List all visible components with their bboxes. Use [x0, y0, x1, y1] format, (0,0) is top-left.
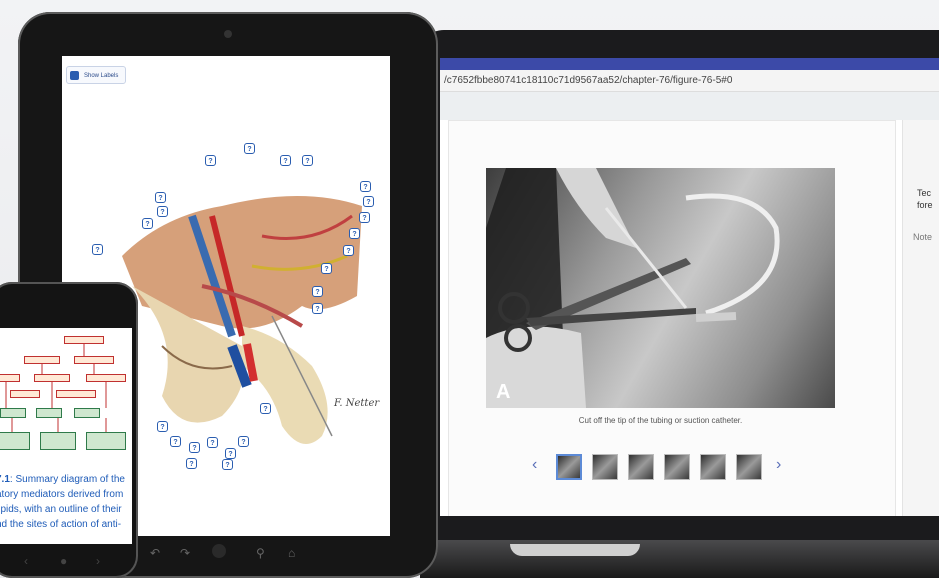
artist-signature: F. Netter	[334, 398, 380, 409]
back-icon[interactable]: ↶	[150, 546, 160, 560]
label-marker[interactable]: ?	[343, 245, 354, 256]
panel-text: Tec	[917, 188, 932, 198]
caption-line: : Summary diagram of the	[9, 474, 125, 485]
thumbnail[interactable]	[556, 454, 582, 480]
thumbnail-strip: ‹ ›	[532, 454, 802, 484]
label-marker[interactable]: ?	[205, 155, 216, 166]
back-icon[interactable]: ‹	[24, 554, 28, 568]
side-panel: Tec fore Note	[902, 120, 939, 516]
label-marker[interactable]: ?	[302, 155, 313, 166]
label-marker[interactable]: ?	[142, 218, 153, 229]
forward-icon[interactable]: ↷	[180, 546, 190, 560]
chevron-left-icon[interactable]: ‹	[532, 456, 537, 474]
notes-tab[interactable]: Note	[913, 232, 932, 242]
show-labels-button[interactable]: Show Labels	[66, 66, 126, 84]
label-marker[interactable]: ?	[244, 143, 255, 154]
flow-diagram	[0, 328, 132, 468]
forward-icon[interactable]: ›	[96, 554, 100, 568]
home-button[interactable]	[212, 544, 226, 558]
label-marker[interactable]: ?	[312, 286, 323, 297]
thumbnail[interactable]	[664, 454, 690, 480]
app-header-bar	[440, 58, 939, 70]
label-marker[interactable]: ?	[321, 263, 332, 274]
thumbnail[interactable]	[736, 454, 762, 480]
figure-photo	[486, 168, 780, 408]
url-bar[interactable]: /c7652fbbe80741c18110c71d9567aa52/chapte…	[440, 70, 939, 92]
label-marker[interactable]: ?	[186, 458, 197, 469]
laptop-screen: /c7652fbbe80741c18110c71d9567aa52/chapte…	[440, 58, 939, 516]
label-marker[interactable]: ?	[363, 196, 374, 207]
figure-image: A	[486, 168, 835, 408]
home-icon[interactable]: ●	[60, 554, 67, 568]
figure-caption: 7.1: Summary diagram of the atory mediat…	[0, 472, 132, 532]
label-marker[interactable]: ?	[157, 206, 168, 217]
toolbar	[440, 92, 939, 120]
label-marker[interactable]: ?	[155, 192, 166, 203]
caption-line: nd the sites of action of anti-	[0, 519, 122, 530]
label-marker[interactable]: ?	[170, 436, 181, 447]
diagram-connectors	[5, 344, 107, 432]
label-marker[interactable]: ?	[359, 212, 370, 223]
figure-letter: A	[496, 381, 511, 403]
thumbnail[interactable]	[700, 454, 726, 480]
caption-line: lipids, with an outline of their	[0, 504, 122, 515]
tablet-nav-bar: ↶ ↷ ⚲ ⌂	[140, 540, 320, 570]
label-marker[interactable]: ?	[260, 403, 271, 414]
label-marker[interactable]: ?	[360, 181, 371, 192]
home-icon[interactable]: ⌂	[288, 546, 295, 560]
camera-icon	[224, 30, 232, 38]
caption-line: atory mediators derived from	[0, 489, 124, 500]
laptop-base	[420, 540, 939, 578]
phone-nav-bar: ‹ ● ›	[10, 548, 130, 568]
labels-icon	[70, 71, 79, 80]
panel-text: fore	[917, 200, 933, 210]
figure-number: 7.1	[0, 474, 10, 485]
label-marker[interactable]: ?	[207, 437, 218, 448]
thumbnail[interactable]	[628, 454, 654, 480]
label-marker[interactable]: ?	[189, 442, 200, 453]
figure-caption: Cut off the tip of the tubing or suction…	[578, 416, 743, 425]
label-marker[interactable]: ?	[280, 155, 291, 166]
label-marker[interactable]: ?	[225, 448, 236, 459]
chevron-right-icon[interactable]: ›	[776, 456, 781, 474]
label-marker[interactable]: ?	[92, 244, 103, 255]
search-icon[interactable]: ⚲	[256, 546, 265, 560]
label-marker[interactable]: ?	[349, 228, 360, 239]
thumbnail[interactable]	[592, 454, 618, 480]
show-labels-text: Show Labels	[84, 73, 119, 79]
label-marker[interactable]: ?	[222, 459, 233, 470]
label-marker[interactable]: ?	[312, 303, 323, 314]
phone-screen: 7.1: Summary diagram of the atory mediat…	[0, 328, 132, 544]
label-marker[interactable]: ?	[157, 421, 168, 432]
laptop-notch	[510, 544, 640, 556]
label-marker[interactable]: ?	[238, 436, 249, 447]
